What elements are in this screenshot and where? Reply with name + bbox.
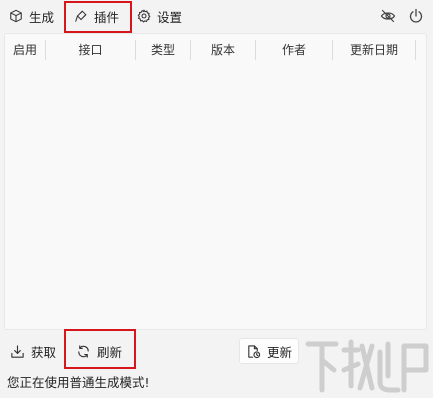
tab-settings[interactable]: 设置 xyxy=(137,0,182,32)
column-header-update-date[interactable]: 更新日期 xyxy=(333,34,415,64)
column-header-author[interactable]: 作者 xyxy=(256,34,332,64)
column-header-version[interactable]: 版本 xyxy=(191,34,255,64)
column-header-interface[interactable]: 接口 xyxy=(46,34,135,64)
plugin-table: 启用 接口 类型 版本 作者 更新日期 xyxy=(4,33,427,330)
gear-icon xyxy=(137,9,151,23)
fetch-button-label: 获取 xyxy=(31,344,57,360)
plug-icon xyxy=(74,9,88,23)
column-divider xyxy=(415,40,416,60)
status-text: 您正在使用普通生成模式! xyxy=(7,375,150,390)
eye-off-icon[interactable] xyxy=(380,8,396,24)
tab-plugin[interactable]: 插件 xyxy=(74,0,119,32)
document-clock-icon xyxy=(246,344,261,359)
top-tab-bar: 生成 插件 设置 xyxy=(0,0,433,32)
tab-generate-label: 生成 xyxy=(29,9,55,25)
fetch-button[interactable]: 获取 xyxy=(4,338,62,364)
table-header: 启用 接口 类型 版本 作者 更新日期 xyxy=(5,34,426,64)
download-tray-icon xyxy=(10,344,25,359)
tab-plugin-label: 插件 xyxy=(94,9,120,25)
refresh-button-label: 刷新 xyxy=(97,344,123,360)
tab-generate[interactable]: 生成 xyxy=(9,0,54,32)
refresh-button[interactable]: 刷新 xyxy=(70,338,128,364)
column-header-enabled[interactable]: 启用 xyxy=(5,34,45,64)
update-button[interactable]: 更新 xyxy=(239,338,300,364)
tab-settings-label: 设置 xyxy=(157,9,183,25)
power-icon[interactable] xyxy=(408,8,424,24)
update-button-label: 更新 xyxy=(267,344,293,360)
refresh-icon xyxy=(76,344,91,359)
watermark-logo xyxy=(305,339,429,393)
column-header-type[interactable]: 类型 xyxy=(136,34,190,64)
cube-icon xyxy=(9,9,23,23)
